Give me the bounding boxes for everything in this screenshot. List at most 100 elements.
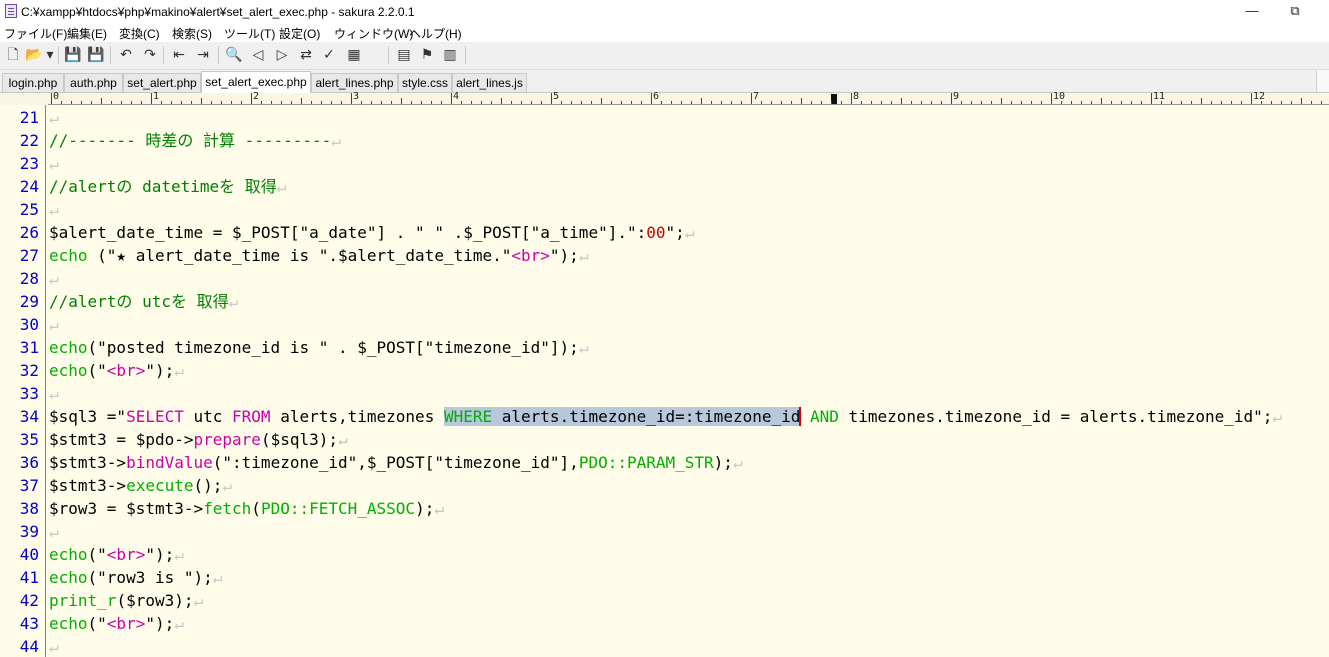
code-line[interactable]: ↵ bbox=[49, 520, 59, 543]
line-end-icon: ↵ bbox=[684, 223, 695, 242]
ruler-tick bbox=[141, 101, 142, 104]
line-number: 21 bbox=[19, 108, 39, 127]
code-token: SELECT bbox=[126, 407, 184, 426]
ruler-tick bbox=[91, 101, 92, 104]
code-line[interactable]: $stmt3 = $pdo->prepare($sql3);↵ bbox=[49, 428, 348, 451]
code-line[interactable]: //alertの utcを 取得↵ bbox=[49, 290, 238, 313]
tab-auth-php[interactable]: auth.php bbox=[64, 73, 123, 92]
line-number: 41 bbox=[19, 568, 39, 587]
line-end-icon: ↵ bbox=[49, 154, 59, 173]
menu-item[interactable]: 検索(S) bbox=[172, 25, 212, 42]
ruler-tick bbox=[841, 101, 842, 104]
code-line[interactable]: $sql3 ="SELECT utc FROM alerts,timezones… bbox=[49, 405, 1282, 428]
save-icon[interactable]: 💾 bbox=[64, 46, 82, 64]
code-line[interactable]: echo("<br>");↵ bbox=[49, 612, 184, 635]
ruler-tick bbox=[691, 101, 692, 104]
ruler-tick bbox=[1211, 101, 1212, 104]
menu-item[interactable]: 変換(C) bbox=[119, 25, 160, 42]
code-line[interactable]: $row3 = $stmt3->fetch(PDO::FETCH_ASSOC);… bbox=[49, 497, 444, 520]
ruler-tick bbox=[811, 101, 812, 104]
toolbar: 🗋 📂 ▾ 💾 💾 ↶ ↷ ⇤ ⇥ 🔍 ◁ ▷ ⇄ ✓ ▦ ▤ ⚑ ▥ bbox=[0, 42, 1329, 70]
ruler-tick bbox=[1041, 101, 1042, 104]
toolbar-separator bbox=[388, 46, 389, 64]
tab-alert-lines-js[interactable]: alert_lines.js bbox=[452, 73, 527, 92]
mark-icon[interactable]: ✓ bbox=[320, 46, 338, 64]
code-line[interactable]: echo("posted timezone_id is " . $_POST["… bbox=[49, 336, 588, 359]
ruler-label: 7 bbox=[753, 91, 760, 102]
ruler-label: 9 bbox=[953, 91, 960, 102]
ruler-tick bbox=[211, 101, 212, 104]
code-line[interactable]: $alert_date_time = $_POST["a_date"] . " … bbox=[49, 221, 694, 244]
code-line[interactable]: $stmt3->bindValue(":timezone_id",$_POST[… bbox=[49, 451, 743, 474]
code-line[interactable]: echo ("★ alert_date_time is ".$alert_dat… bbox=[49, 244, 588, 267]
ruler-tick bbox=[121, 101, 122, 104]
ruler-tick bbox=[431, 101, 432, 104]
code-line[interactable]: ↵ bbox=[49, 635, 59, 657]
code-line[interactable]: ↵ bbox=[49, 313, 59, 336]
ruler-tick bbox=[821, 101, 822, 104]
ruler-tick bbox=[951, 93, 952, 104]
save-as-icon[interactable]: 💾 bbox=[87, 46, 105, 64]
ruler-tick bbox=[791, 101, 792, 104]
code-line[interactable]: ↵ bbox=[49, 198, 59, 221]
search-prev-icon[interactable]: ◁ bbox=[249, 46, 267, 64]
ruler-tick bbox=[491, 101, 492, 104]
code-line[interactable]: ↵ bbox=[49, 382, 59, 405]
line-end-icon: ↵ bbox=[228, 292, 239, 311]
menu-item[interactable]: 設定(O) bbox=[279, 25, 320, 42]
new-file-icon[interactable]: 🗋 bbox=[4, 46, 22, 64]
undo-icon[interactable]: ↶ bbox=[117, 46, 135, 64]
line-end-icon: ↵ bbox=[578, 246, 589, 265]
maximize-button[interactable]: ⧉ bbox=[1272, 0, 1318, 23]
code-line[interactable]: //------- 時差の 計算 ---------↵ bbox=[49, 129, 341, 152]
menu-item[interactable]: ヘルプ(H) bbox=[409, 25, 462, 42]
code-line[interactable]: echo("<br>");↵ bbox=[49, 359, 184, 382]
menu-item[interactable]: ツール(T) bbox=[224, 25, 275, 42]
ruler-tick bbox=[831, 101, 832, 104]
line-number: 33 bbox=[19, 384, 39, 403]
grep-replace-icon[interactable]: ▤ bbox=[395, 46, 413, 64]
document-tab-bar: login.php auth.php set_alert.php set_alert_… bbox=[0, 70, 1329, 93]
menu-item[interactable]: ウィンドウ(W) bbox=[334, 25, 413, 42]
tab-login-php[interactable]: login.php bbox=[2, 73, 64, 92]
code-line[interactable]: $stmt3->execute();↵ bbox=[49, 474, 232, 497]
jump-back-icon[interactable]: ⇤ bbox=[170, 46, 188, 64]
menu-item[interactable]: ファイル(F) bbox=[4, 25, 67, 42]
ruler-tick bbox=[871, 101, 872, 104]
code-line[interactable]: ↵ bbox=[49, 152, 59, 175]
tab-scroll-button[interactable] bbox=[1316, 70, 1329, 92]
ruler-tick bbox=[1111, 101, 1112, 104]
tag-jump-icon[interactable]: ⚑ bbox=[418, 46, 436, 64]
ruler-tick bbox=[1321, 101, 1322, 104]
code-token: echo bbox=[49, 338, 88, 357]
search-icon[interactable]: 🔍 bbox=[225, 46, 243, 64]
redo-icon[interactable]: ↷ bbox=[141, 46, 159, 64]
tab-alert-lines-php[interactable]: alert_lines.php bbox=[311, 73, 398, 92]
replace-icon[interactable]: ⇄ bbox=[297, 46, 315, 64]
code-token: bindValue bbox=[126, 453, 213, 472]
code-token: (" bbox=[87, 361, 107, 380]
code-line[interactable]: //alertの datetimeを 取得↵ bbox=[49, 175, 286, 198]
ruler-tick bbox=[771, 101, 772, 104]
code-line[interactable]: echo("row3 is ");↵ bbox=[49, 566, 222, 589]
grep-icon[interactable]: ▦ bbox=[345, 46, 363, 64]
editor-area[interactable]: 21 22 23 24 25 26 27 28 29 30 31 32 33 34 35 36 37 38 39 40… bbox=[0, 105, 1329, 657]
jump-forward-icon[interactable]: ⇥ bbox=[194, 46, 212, 64]
ruler-label: 11 bbox=[1153, 91, 1166, 102]
menu-item[interactable]: 編集(E) bbox=[67, 25, 107, 42]
code-token: timezones.timezone_id = alerts.timezone_… bbox=[838, 407, 1273, 426]
open-dropdown-icon[interactable]: ▾ bbox=[41, 46, 59, 64]
code-line[interactable]: print_r($row3);↵ bbox=[49, 589, 203, 612]
search-next-icon[interactable]: ▷ bbox=[273, 46, 291, 64]
code-line[interactable]: echo("<br>");↵ bbox=[49, 543, 184, 566]
code-line[interactable]: ↵ bbox=[49, 106, 59, 129]
code-token: (" bbox=[87, 545, 107, 564]
tab-set-alert-php[interactable]: set_alert.php bbox=[123, 73, 201, 92]
code-line[interactable]: ↵ bbox=[49, 267, 59, 290]
settings-icon[interactable]: ▥ bbox=[441, 46, 459, 64]
minimize-button[interactable]: — bbox=[1229, 0, 1275, 23]
ruler-tick bbox=[1271, 101, 1272, 104]
code-token: ($sql3); bbox=[260, 430, 338, 449]
tab-style-css[interactable]: style.css bbox=[398, 73, 452, 92]
tab-set-alert-exec-php[interactable]: set_alert_exec.php bbox=[201, 71, 311, 93]
